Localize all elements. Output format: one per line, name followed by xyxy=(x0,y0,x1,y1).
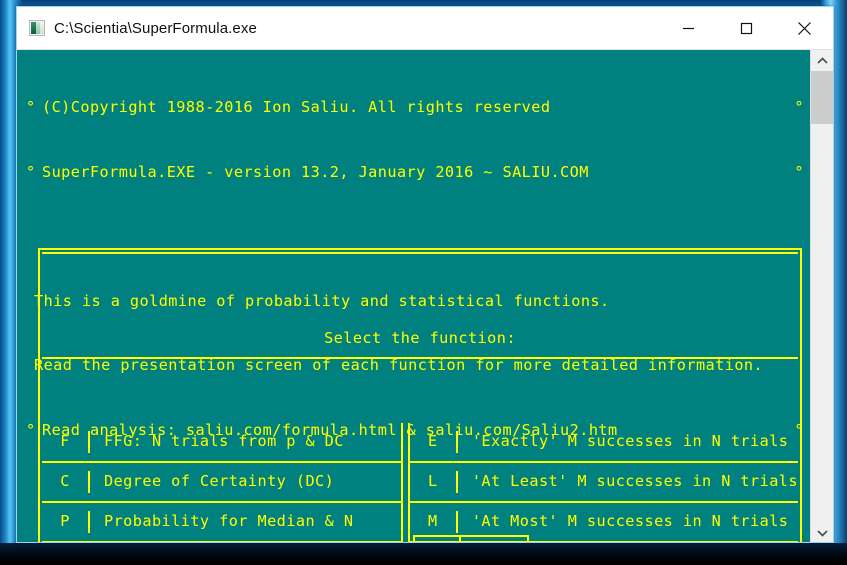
menu-key: E xyxy=(410,431,458,453)
menu-item-exactly[interactable]: E 'Exactly' M successes in N trials xyxy=(409,423,798,463)
menu-key: C xyxy=(42,471,90,493)
menu-item-ffg[interactable]: F FFG: N trials from p & DC xyxy=(42,423,401,463)
menu-item-exit[interactable]: X Exit xyxy=(413,535,529,542)
bullet-marker-icon: ° xyxy=(26,162,36,181)
minimize-button[interactable] xyxy=(659,7,717,49)
scroll-down-button[interactable] xyxy=(811,522,833,542)
menu-column-left: F FFG: N trials from p & DC C Degree of … xyxy=(42,423,403,542)
menu-key: P xyxy=(42,511,90,533)
minimize-icon xyxy=(682,27,694,29)
function-menu: Select the function: F FFG: N trials fro… xyxy=(38,205,802,542)
menu-outer-frame: Select the function: F FFG: N trials fro… xyxy=(38,248,802,542)
menu-label: Probability for Median & N xyxy=(104,512,354,531)
window-title: C:\Scientia\SuperFormula.exe xyxy=(54,19,257,37)
desktop-bottom-shadow xyxy=(0,543,847,565)
maximize-icon xyxy=(740,22,752,34)
vertical-scrollbar[interactable] xyxy=(810,50,833,542)
menu-label: FFG: N trials from p & DC xyxy=(104,432,344,451)
exit-key: X xyxy=(415,537,461,542)
menu-item-probability-median[interactable]: P Probability for Median & N xyxy=(42,503,401,542)
menu-item-at-least[interactable]: L 'At Least' M successes in N trials xyxy=(409,463,798,503)
menu-column-right: E 'Exactly' M successes in N trials L 'A… xyxy=(407,423,798,542)
chevron-up-icon xyxy=(816,56,828,64)
console-text-surface: ° (C)Copyright 1988-2016 Ion Saliu. All … xyxy=(17,50,812,542)
chevron-down-icon xyxy=(816,529,828,537)
console-line: ° SuperFormula.EXE - version 13.2, Janua… xyxy=(17,162,812,184)
application-window: C:\Scientia\SuperFormula.exe ° (C)Copyri… xyxy=(16,6,834,543)
bullet-marker-icon: ° xyxy=(794,98,804,116)
menu-title: Select the function: xyxy=(42,321,798,359)
menu-item-degree-of-certainty[interactable]: C Degree of Certainty (DC) xyxy=(42,463,401,503)
bullet-marker-icon: ° xyxy=(26,420,36,439)
title-bar[interactable]: C:\Scientia\SuperFormula.exe xyxy=(17,7,833,49)
menu-key: F xyxy=(42,431,90,453)
scroll-up-button[interactable] xyxy=(811,50,833,71)
console-icon xyxy=(29,20,45,36)
console-line: ° (C)Copyright 1988-2016 Ion Saliu. All … xyxy=(17,97,812,119)
menu-key: M xyxy=(410,511,458,533)
menu-key: L xyxy=(410,471,458,493)
menu-label: 'At Most' M successes in N trials xyxy=(471,512,789,531)
menu-label: Degree of Certainty (DC) xyxy=(104,472,335,491)
menu-label: 'At Least' M successes in N trials xyxy=(471,472,798,491)
maximize-button[interactable] xyxy=(717,7,775,49)
window-controls xyxy=(659,7,833,49)
bullet-marker-icon: ° xyxy=(794,162,804,181)
console-line-text: (C)Copyright 1988-2016 Ion Saliu. All ri… xyxy=(42,98,551,116)
console-line-text: SuperFormula.EXE - version 13.2, January… xyxy=(42,162,589,181)
console-client-area: ° (C)Copyright 1988-2016 Ion Saliu. All … xyxy=(17,49,833,542)
bullet-marker-icon: ° xyxy=(26,98,36,116)
menu-label: 'Exactly' M successes in N trials xyxy=(471,432,789,451)
close-icon xyxy=(797,21,811,35)
close-button[interactable] xyxy=(775,7,833,49)
scrollbar-thumb[interactable] xyxy=(811,71,833,124)
menu-grid: F FFG: N trials from p & DC C Degree of … xyxy=(42,423,798,542)
